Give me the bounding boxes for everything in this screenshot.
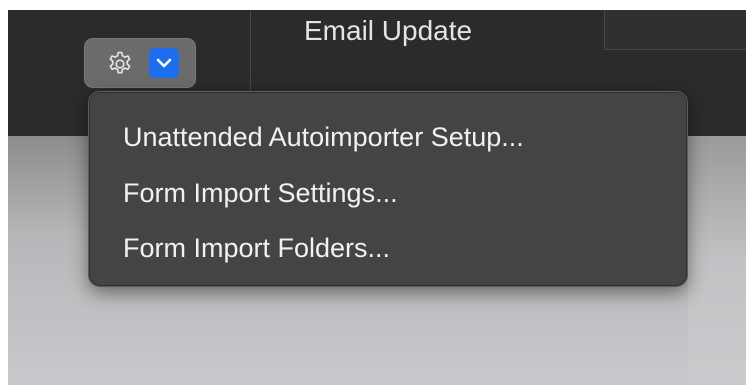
- toolbar-field[interactable]: [604, 10, 746, 50]
- toolbar-title: Email Update: [304, 15, 473, 46]
- content-backdrop-right: [688, 136, 746, 385]
- chevron-down-icon: [156, 58, 172, 68]
- toolbar-divider: [250, 10, 251, 92]
- dropdown-menu: Unattended Autoimporter Setup... Form Im…: [88, 91, 688, 287]
- gear-popup-button[interactable]: [84, 38, 196, 88]
- menu-item-unattended-autoimporter-setup[interactable]: Unattended Autoimporter Setup...: [123, 117, 524, 157]
- menu-item-form-import-settings[interactable]: Form Import Settings...: [123, 173, 398, 213]
- menu-item-form-import-folders[interactable]: Form Import Folders...: [123, 228, 390, 268]
- app-window: Email Update Unattended Autoimporter Set…: [0, 0, 746, 385]
- dropdown-toggle[interactable]: [149, 48, 179, 78]
- gear-icon: [109, 51, 131, 74]
